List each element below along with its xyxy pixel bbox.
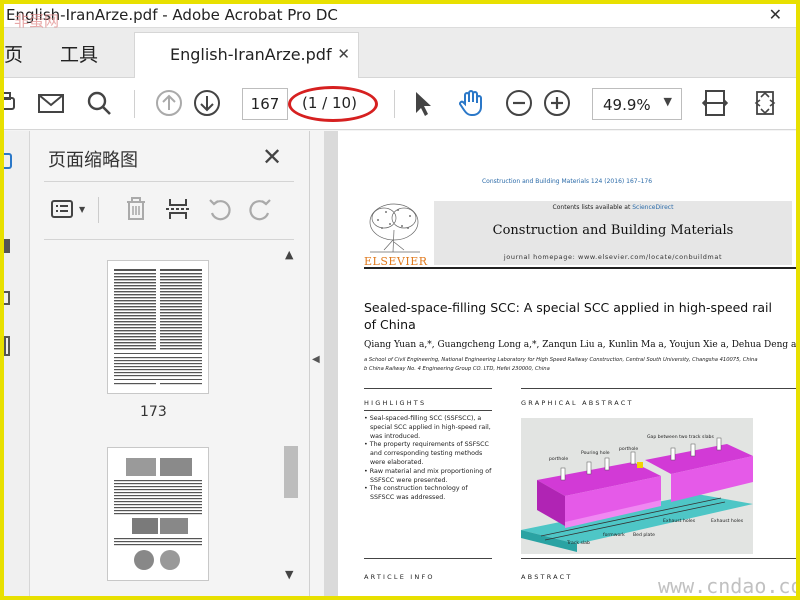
highlight-item: • Raw material and mix proportioning of … [364, 467, 492, 484]
collapse-panel-arrow[interactable]: ◀ [312, 354, 320, 365]
ga-label: formwork [603, 532, 625, 538]
delete-page-icon[interactable] [122, 195, 150, 223]
zoom-out-icon[interactable] [504, 88, 534, 118]
article-info-heading: ARTICLE INFO [364, 573, 435, 581]
contents-line: Contents lists available at ScienceDirec… [434, 204, 792, 211]
highlights-list: • Seal-spaced-filling SCC (SSFSCC), a sp… [364, 415, 492, 503]
thumbnail-page-label: 173 [140, 404, 167, 420]
toolbar-separator [134, 90, 135, 118]
section-rule [364, 558, 492, 559]
journal-homepage[interactable]: journal homepage: www.elsevier.com/locat… [434, 253, 792, 261]
left-nav-strip [4, 131, 30, 596]
page-up-icon[interactable] [154, 88, 184, 118]
fit-page-icon[interactable] [700, 88, 730, 118]
journal-header-box: Contents lists available at ScienceDirec… [434, 201, 792, 265]
email-icon[interactable] [36, 88, 66, 118]
divider [44, 181, 294, 182]
ga-label: Exhaust holes [663, 518, 696, 524]
zoom-value: 49.9% [603, 96, 651, 114]
bookmark-icon[interactable] [4, 239, 10, 253]
title-bar: English-IranArze.pdf - Adobe Acrobat Pro… [4, 4, 796, 30]
section-rule [521, 558, 796, 559]
journal-reference[interactable]: Construction and Building Materials 124 … [338, 178, 796, 185]
journal-name: Construction and Building Materials [492, 223, 734, 238]
tab-label: English-IranArze.pdf [170, 45, 332, 64]
abstract-heading: ABSTRACT [521, 573, 573, 581]
ga-label: porthole [619, 446, 638, 452]
document-view: Construction and Building Materials 124 … [324, 131, 796, 596]
section-rule [364, 388, 492, 389]
page-thumbnail[interactable] [107, 260, 209, 394]
panel-title: 页面缩略图 [48, 150, 138, 171]
zoom-select[interactable]: 49.9% ▼ [592, 88, 682, 120]
panel-close-button[interactable]: ✕ [262, 143, 282, 171]
sciencedirect-link[interactable]: ScienceDirect [632, 204, 673, 211]
highlight-item: • Seal-spaced-filling SCC (SSFSCC), a sp… [364, 415, 491, 440]
page-thumbnails-icon[interactable] [4, 153, 12, 169]
print-icon[interactable] [4, 88, 20, 118]
graphical-abstract-figure: Gap between two track slabs porthole Pou… [521, 418, 753, 554]
highlights-heading: HIGHLIGHTS [364, 399, 427, 407]
ga-label: Exhaust holes [711, 518, 744, 524]
chevron-down-icon: ▼ [663, 95, 672, 108]
page-thumbnail[interactable] [107, 447, 209, 581]
divider [44, 239, 294, 240]
page-thumbnails-panel: 页面缩略图 ✕ ▼ 173 ▲ ▼ [30, 131, 310, 596]
highlight-item: • The property requirements of SSFSCC an… [364, 441, 489, 466]
attachment-icon[interactable] [4, 291, 10, 305]
ga-label: Pouring hole [581, 450, 610, 456]
toolbar-separator [394, 90, 395, 118]
divider [98, 197, 99, 223]
toolbar: 167 (1 / 10) 49.9% ▼ [4, 78, 796, 130]
section-rule [521, 388, 796, 389]
tab-close-button[interactable]: ✕ [337, 45, 350, 63]
menu-home[interactable]: 页 [4, 40, 23, 67]
pdf-page: Construction and Building Materials 124 … [338, 131, 796, 596]
thumbnails-scrollbar[interactable]: ▲ ▼ [282, 246, 300, 596]
rotate-cw-icon[interactable] [246, 195, 274, 223]
page-down-icon[interactable] [192, 88, 222, 118]
ga-label: Bed plate [633, 532, 655, 538]
scroll-up-arrow[interactable]: ▲ [285, 248, 293, 261]
hand-tool-icon[interactable] [456, 88, 486, 118]
highlight-item: • The construction technology of SSFSCC … [364, 485, 468, 502]
search-icon[interactable] [84, 88, 114, 118]
watermark-bottom: www.cndao.com [658, 574, 800, 598]
menu-tools[interactable]: 工具 [60, 40, 98, 67]
affiliation-a: a School of Civil Engineering, National … [364, 357, 758, 363]
affiliation-b: b China Railway No. 4 Engineering Group … [364, 366, 550, 372]
zoom-in-icon[interactable] [542, 88, 572, 118]
thumbnail-options-icon[interactable] [50, 195, 78, 223]
paper-title: Sealed-space-filling SCC: A special SCC … [364, 300, 772, 332]
full-screen-icon[interactable] [750, 88, 780, 118]
layers-icon[interactable] [4, 336, 10, 356]
page-number-input[interactable]: 167 [242, 88, 288, 120]
rotate-ccw-icon[interactable] [206, 195, 234, 223]
ga-label: porthole [549, 456, 568, 462]
contents-prefix: Contents lists available at [552, 204, 633, 211]
ga-label: Track slab [566, 540, 590, 546]
window-close-button[interactable]: ✕ [769, 5, 782, 24]
insert-page-icon[interactable] [164, 195, 192, 223]
tab-row: 页 工具 English-IranArze.pdf ✕ [4, 28, 796, 78]
header-rule [364, 267, 796, 269]
app-window: English-IranArze.pdf - Adobe Acrobat Pro… [0, 0, 800, 600]
chevron-down-icon[interactable]: ▼ [79, 205, 85, 214]
graphical-abstract-heading: GRAPHICAL ABSTRACT [521, 399, 634, 407]
tab-document[interactable]: English-IranArze.pdf ✕ [134, 32, 359, 78]
scrollbar-thumb[interactable] [284, 446, 298, 498]
annotation-ellipse [288, 86, 378, 122]
select-cursor-icon[interactable] [408, 88, 438, 118]
section-rule [364, 410, 492, 411]
author-list: Qiang Yuan a,*, Guangcheng Long a,*, Zan… [364, 340, 796, 350]
scroll-down-arrow[interactable]: ▼ [285, 568, 293, 581]
ga-label: Gap between two track slabs [647, 434, 714, 440]
